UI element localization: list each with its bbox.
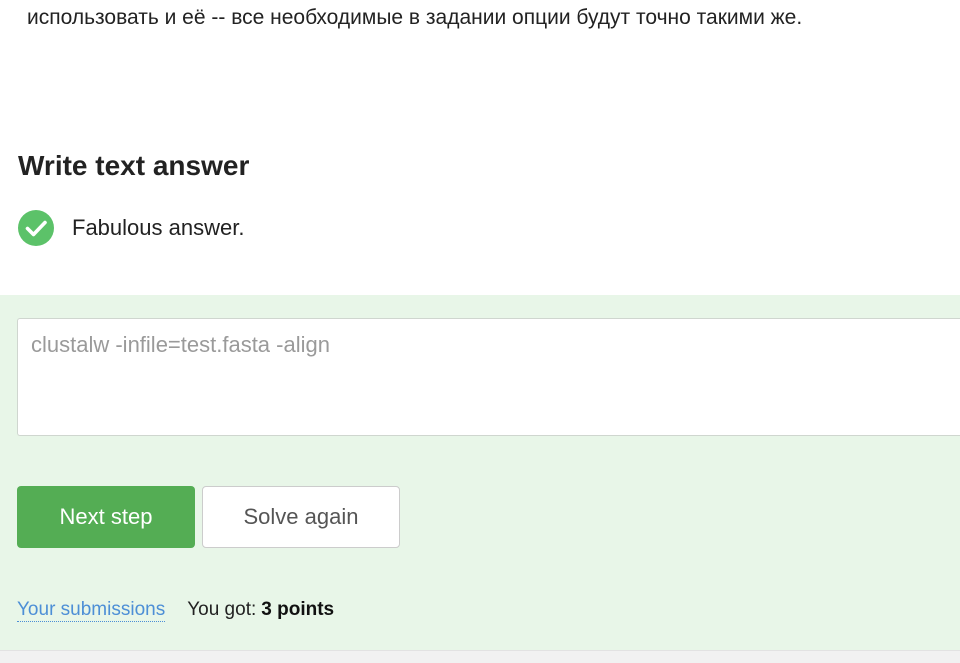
feedback-text: Fabulous answer. xyxy=(72,215,245,240)
solve-again-button[interactable]: Solve again xyxy=(202,486,400,548)
score-points: 3 points xyxy=(261,599,335,620)
score-label: You got: xyxy=(187,599,257,620)
answer-textarea[interactable]: clustalw -infile=test.fasta -align xyxy=(17,318,960,436)
quiz-title: Write text answer xyxy=(18,150,250,181)
feedback-message: Fabulous answer. xyxy=(18,209,244,247)
answer-panel: clustalw -infile=test.fasta -align Next … xyxy=(0,295,960,650)
step-page: использовать и её -- все необходимые в з… xyxy=(0,0,960,663)
next-step-button[interactable]: Next step xyxy=(17,486,195,548)
your-submissions-link[interactable]: Your submissions xyxy=(17,599,166,622)
check-circle-icon xyxy=(18,210,54,246)
page-bottom-divider xyxy=(0,650,960,663)
step-instruction-text: использовать и её -- все необходимые в з… xyxy=(27,6,803,29)
submission-footer: Your submissions You got: 3 points xyxy=(17,599,334,622)
